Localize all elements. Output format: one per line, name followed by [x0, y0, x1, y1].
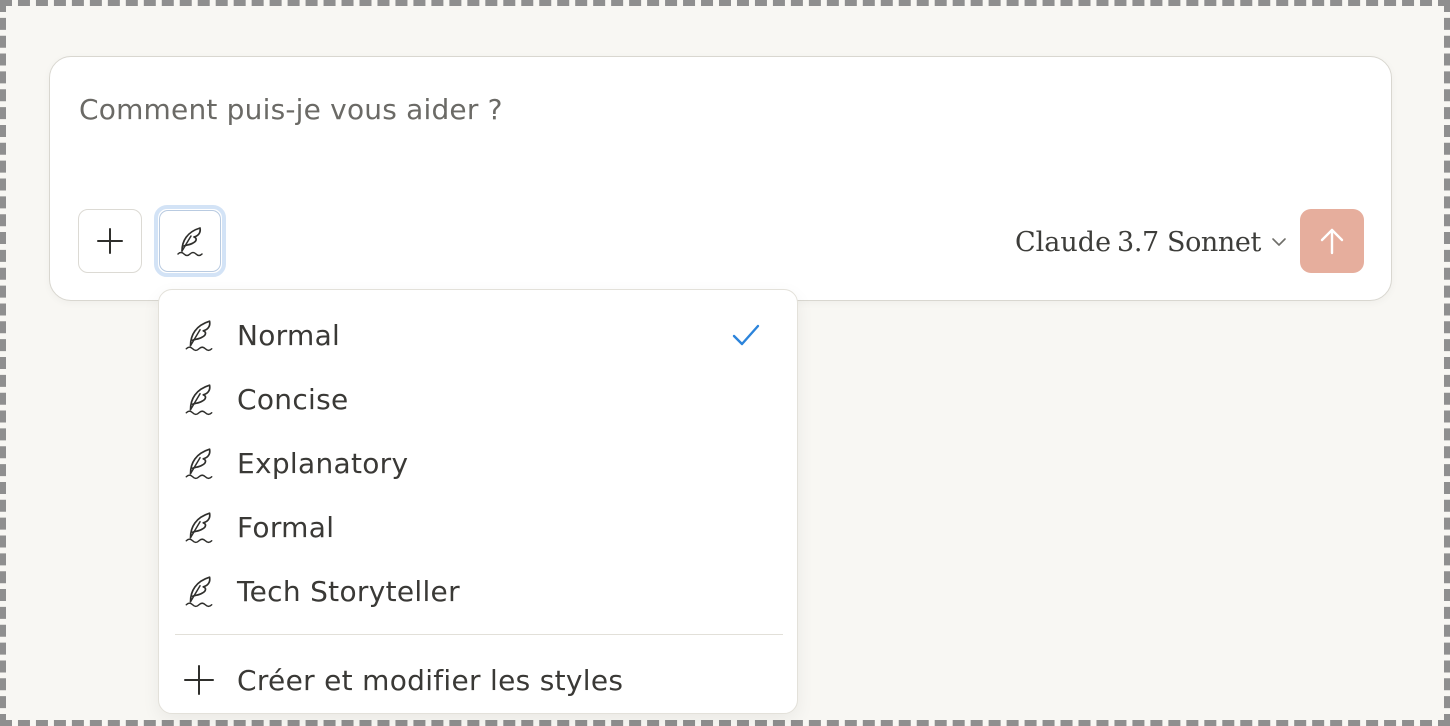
quill-icon — [181, 507, 231, 547]
quill-icon — [181, 571, 231, 611]
arrow-up-icon — [1320, 228, 1344, 255]
model-brand: Claude — [1015, 226, 1112, 258]
attach-button[interactable] — [78, 209, 142, 273]
style-button-focus-ring — [159, 210, 221, 272]
model-version: 3.7 Sonnet — [1117, 226, 1261, 258]
plus-icon — [97, 228, 123, 254]
style-menu-item-label: Normal — [237, 318, 341, 352]
style-menu-item-label: Tech Storyteller — [237, 574, 460, 608]
page-frame: Comment puis-je vous aider ? Claude 3.7 … — [0, 0, 1450, 726]
quill-icon — [181, 315, 231, 355]
quill-icon — [181, 443, 231, 483]
style-menu-item-label: Concise — [237, 382, 349, 416]
create-styles-label: Créer et modifier les styles — [237, 663, 624, 697]
style-button[interactable] — [154, 205, 226, 277]
quill-icon — [177, 227, 203, 257]
style-menu-item-tech-storyteller[interactable]: Tech Storyteller — [175, 563, 783, 619]
plus-icon — [181, 660, 231, 700]
quill-icon — [181, 379, 231, 419]
style-menu: Normal Concise Explanatory Formal Tech S… — [158, 289, 798, 714]
check-icon — [732, 324, 760, 346]
prompt-input[interactable]: Comment puis-je vous aider ? — [79, 93, 503, 126]
style-menu-item-formal[interactable]: Formal — [175, 499, 783, 555]
style-menu-item-label: Formal — [237, 510, 335, 544]
create-styles-item[interactable]: Créer et modifier les styles — [175, 652, 783, 708]
chevron-down-icon — [1272, 238, 1286, 246]
style-menu-item-concise[interactable]: Concise — [175, 371, 783, 427]
style-menu-item-normal[interactable]: Normal — [175, 307, 783, 363]
style-menu-item-explanatory[interactable]: Explanatory — [175, 435, 783, 491]
chat-composer: Comment puis-je vous aider ? Claude 3.7 … — [49, 56, 1392, 301]
style-menu-item-label: Explanatory — [237, 446, 409, 480]
model-selector[interactable]: Claude 3.7 Sonnet — [1015, 222, 1289, 262]
send-button[interactable] — [1300, 209, 1364, 273]
menu-divider — [175, 634, 783, 635]
